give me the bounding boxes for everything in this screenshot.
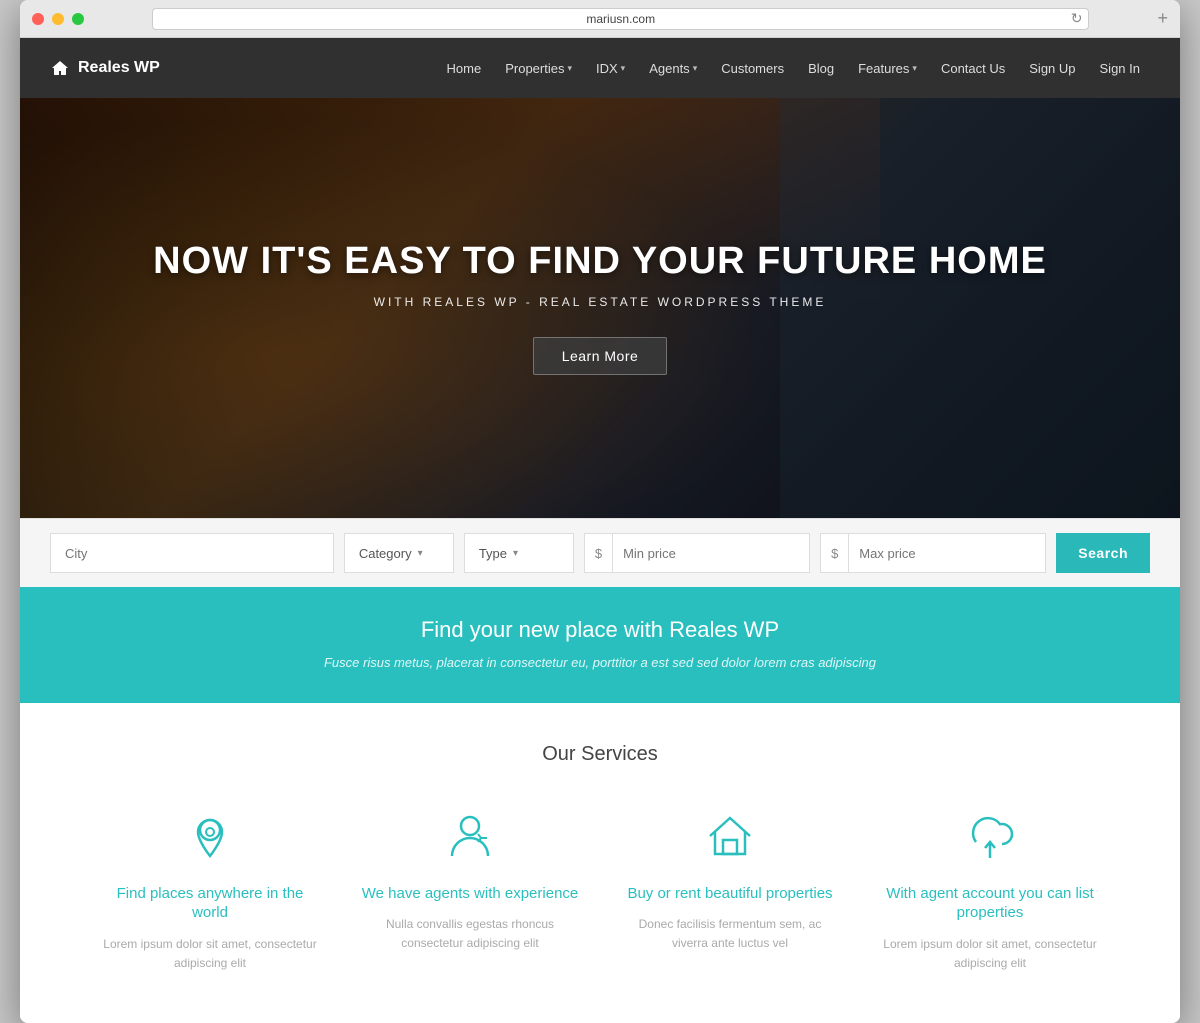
service-item-cloud: With agent account you can list properti… xyxy=(860,806,1120,973)
teal-band-description: Fusce risus metus, placerat in consectet… xyxy=(40,653,1160,673)
min-currency-symbol: $ xyxy=(585,534,613,572)
min-price-input[interactable] xyxy=(613,534,809,572)
service-title-cloud: With agent account you can list properti… xyxy=(880,884,1100,923)
nav-signup[interactable]: Sign Up xyxy=(1019,53,1085,84)
maximize-button[interactable] xyxy=(72,13,84,25)
close-button[interactable] xyxy=(32,13,44,25)
navbar: Reales WP Home Properties ▾ IDX ▾ Agents… xyxy=(20,38,1180,98)
service-desc-location: Lorem ipsum dolor sit amet, consectetur … xyxy=(100,935,320,973)
nav-idx[interactable]: IDX ▾ xyxy=(586,53,635,84)
chevron-down-icon: ▾ xyxy=(513,548,518,559)
chevron-down-icon: ▾ xyxy=(621,63,626,74)
hero-subtitle: WITH REALES WP - REAL ESTATE WORDPRESS T… xyxy=(153,295,1047,309)
max-price-wrap: $ xyxy=(820,533,1046,573)
city-input[interactable] xyxy=(50,533,334,573)
max-price-input[interactable] xyxy=(849,534,1045,572)
nav-agents[interactable]: Agents ▾ xyxy=(639,53,707,84)
brand-logo[interactable]: Reales WP xyxy=(50,59,160,77)
service-title-location: Find places anywhere in the world xyxy=(100,884,320,923)
learn-more-button[interactable]: Learn More xyxy=(533,337,668,375)
service-desc-cloud: Lorem ipsum dolor sit amet, consectetur … xyxy=(880,935,1100,973)
nav-menu: Home Properties ▾ IDX ▾ Agents ▾ Custome… xyxy=(437,53,1150,84)
chevron-down-icon: ▾ xyxy=(567,63,572,74)
browser-window: mariusn.com + Reales WP Home Properties … xyxy=(20,0,1180,1023)
type-select[interactable]: Type ▾ xyxy=(464,533,574,573)
search-bar: Category ▾ Type ▾ $ $ Search xyxy=(20,518,1180,587)
house-icon xyxy=(700,806,760,866)
category-select[interactable]: Category ▾ xyxy=(344,533,454,573)
search-button[interactable]: Search xyxy=(1056,533,1150,573)
browser-titlebar: mariusn.com + xyxy=(20,0,1180,38)
page-content: Reales WP Home Properties ▾ IDX ▾ Agents… xyxy=(20,38,1180,1023)
min-price-wrap: $ xyxy=(584,533,810,573)
service-item-agent: We have agents with experience Nulla con… xyxy=(340,806,600,973)
services-title: Our Services xyxy=(50,743,1150,766)
nav-home[interactable]: Home xyxy=(437,53,492,84)
home-brand-icon xyxy=(50,59,70,77)
nav-signin[interactable]: Sign In xyxy=(1090,53,1150,84)
service-desc-agent: Nulla convallis egestas rhoncus consecte… xyxy=(360,915,580,953)
service-desc-home: Donec facilisis fermentum sem, ac viverr… xyxy=(620,915,840,953)
max-currency-symbol: $ xyxy=(821,534,849,572)
brand-name: Reales WP xyxy=(78,59,160,77)
service-title-home: Buy or rent beautiful properties xyxy=(620,884,840,904)
url-bar[interactable]: mariusn.com xyxy=(152,8,1089,30)
nav-blog[interactable]: Blog xyxy=(798,53,844,84)
service-item-location: Find places anywhere in the world Lorem … xyxy=(80,806,340,973)
services-section: Our Services Find places anywhere in the… xyxy=(20,703,1180,1023)
service-title-agent: We have agents with experience xyxy=(360,884,580,904)
cloud-upload-icon xyxy=(960,806,1020,866)
chevron-down-icon: ▾ xyxy=(418,548,423,559)
new-tab-button[interactable]: + xyxy=(1157,8,1168,29)
teal-band: Find your new place with Reales WP Fusce… xyxy=(20,587,1180,703)
nav-customers[interactable]: Customers xyxy=(711,53,794,84)
nav-features[interactable]: Features ▾ xyxy=(848,53,927,84)
hero-section: NOW IT'S EASY TO FIND YOUR FUTURE HOME W… xyxy=(20,98,1180,518)
nav-properties[interactable]: Properties ▾ xyxy=(495,53,582,84)
url-text: mariusn.com xyxy=(586,12,655,26)
chevron-down-icon: ▾ xyxy=(912,63,917,74)
service-item-home: Buy or rent beautiful properties Donec f… xyxy=(600,806,860,973)
teal-band-title: Find your new place with Reales WP xyxy=(40,617,1160,643)
hero-content: NOW IT'S EASY TO FIND YOUR FUTURE HOME W… xyxy=(153,241,1047,375)
minimize-button[interactable] xyxy=(52,13,64,25)
hero-title: NOW IT'S EASY TO FIND YOUR FUTURE HOME xyxy=(153,241,1047,283)
chevron-down-icon: ▾ xyxy=(693,63,698,74)
nav-contact[interactable]: Contact Us xyxy=(931,53,1015,84)
services-grid: Find places anywhere in the world Lorem … xyxy=(50,806,1150,973)
location-icon xyxy=(180,806,240,866)
agent-icon xyxy=(440,806,500,866)
